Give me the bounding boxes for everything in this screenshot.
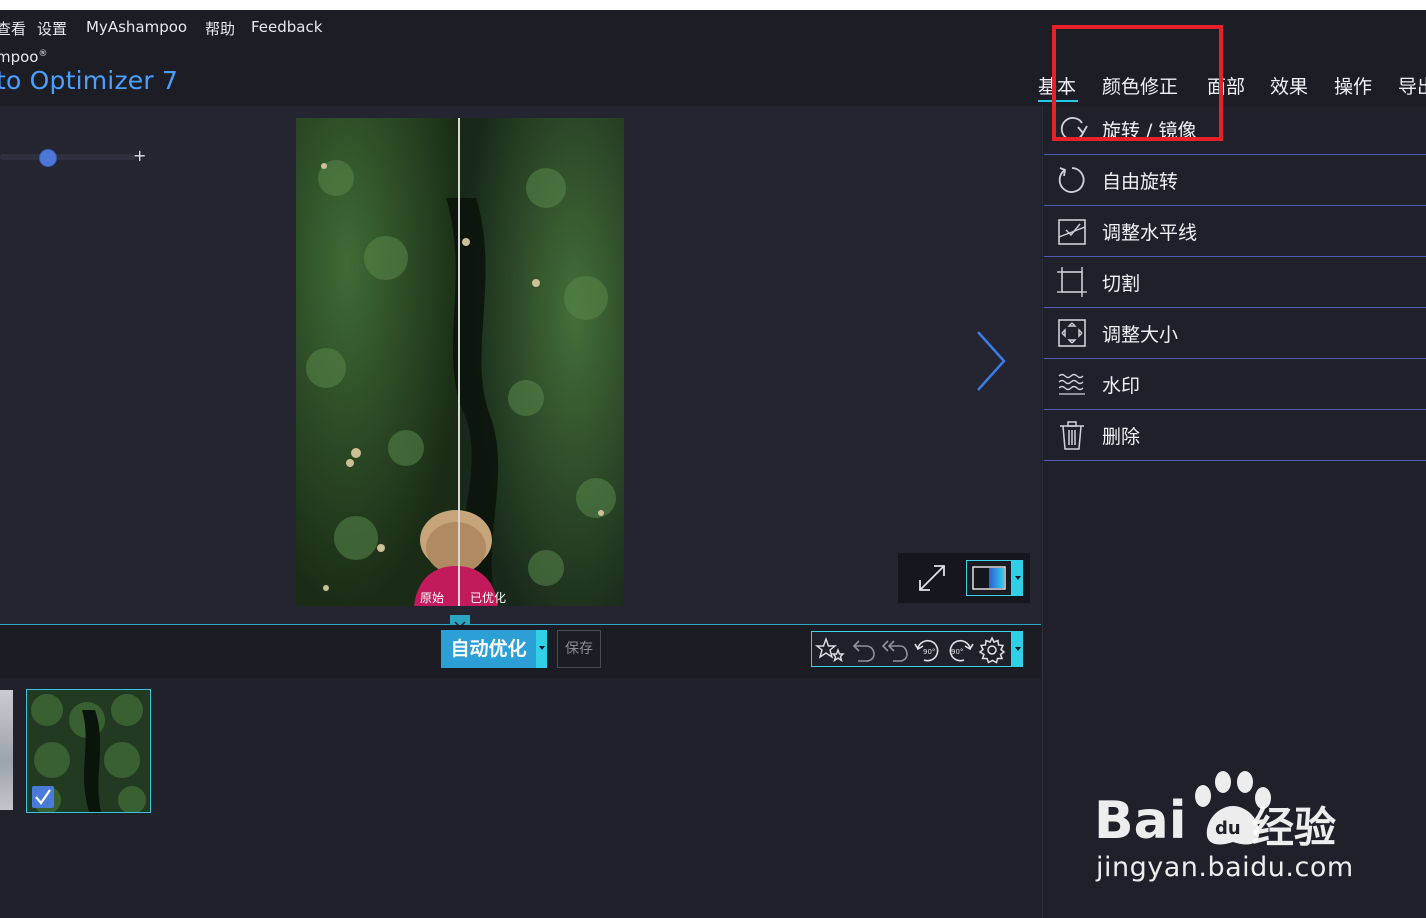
highlight-annotation-box xyxy=(1052,25,1223,141)
chevron-down-icon xyxy=(539,646,545,650)
menu-myashampoo[interactable]: MyAshampoo xyxy=(86,18,187,36)
tab-operations[interactable]: 操作 xyxy=(1334,72,1372,99)
tool-free-rotate[interactable]: 自由旋转 xyxy=(1044,155,1426,206)
svg-text:Bai: Bai xyxy=(1094,791,1187,851)
filmstrip xyxy=(0,678,1041,918)
rotate-left-90-icon[interactable]: 90° xyxy=(912,636,944,664)
menu-feedback[interactable]: Feedback xyxy=(251,18,322,36)
undo-all-icon[interactable] xyxy=(878,636,910,664)
label-original: 原始 xyxy=(420,591,445,605)
free-rotate-icon xyxy=(1058,167,1085,193)
tool-label: 切割 xyxy=(1102,273,1141,295)
magic-stars-icon[interactable] xyxy=(814,636,846,664)
crop-icon xyxy=(1057,267,1087,297)
menu-view[interactable]: 查看 xyxy=(0,18,26,39)
thumbnail-previous[interactable] xyxy=(0,690,13,810)
settings-gear-icon[interactable] xyxy=(976,636,1008,664)
tool-delete[interactable]: 删除 xyxy=(1044,410,1426,461)
hedge-photo xyxy=(296,118,624,606)
tab-effects[interactable]: 效果 xyxy=(1270,72,1308,99)
product-title: to Optimizer 7 xyxy=(0,66,179,95)
tool-label: 调整大小 xyxy=(1102,324,1179,346)
photo-preview[interactable] xyxy=(296,118,624,606)
watermark-brand-cn: 经验 xyxy=(1252,803,1337,852)
rotate-right-90-icon[interactable]: 90° xyxy=(944,636,976,664)
label-optimized: 已优化 xyxy=(470,591,507,605)
tool-crop[interactable]: 切割 xyxy=(1044,257,1426,308)
zoom-slider-handle[interactable] xyxy=(40,150,56,166)
watermark-url: jingyan.baidu.com xyxy=(1096,852,1354,883)
resize-icon xyxy=(1058,319,1086,347)
svg-text:90°: 90° xyxy=(951,648,963,656)
undo-icon[interactable] xyxy=(846,636,878,664)
compare-mode-dropdown[interactable] xyxy=(1012,560,1023,596)
tools-dropdown[interactable] xyxy=(1012,631,1023,667)
tool-label: 自由旋转 xyxy=(1102,171,1179,193)
collapse-panel-handle[interactable] xyxy=(450,615,470,629)
zoom-in-icon[interactable]: + xyxy=(133,146,146,165)
brand-name: mpoo® xyxy=(0,48,48,66)
chevron-down-icon xyxy=(1015,576,1021,580)
tool-label: 删除 xyxy=(1102,426,1141,448)
auto-optimize-dropdown[interactable] xyxy=(536,630,547,668)
tool-label: 水印 xyxy=(1102,375,1141,397)
chevron-down-icon xyxy=(1015,647,1021,651)
save-button[interactable]: 保存 xyxy=(557,630,601,668)
tool-horizon[interactable]: 调整水平线 xyxy=(1044,206,1426,257)
selected-checkbox[interactable] xyxy=(32,786,54,808)
svg-text:du: du xyxy=(1215,818,1241,839)
compare-mode-button[interactable] xyxy=(966,560,1012,596)
menu-help[interactable]: 帮助 xyxy=(205,18,235,39)
watermark-icon xyxy=(1058,373,1085,395)
trash-icon xyxy=(1060,421,1084,450)
tool-resize[interactable]: 调整大小 xyxy=(1044,308,1426,359)
tool-label: 调整水平线 xyxy=(1102,222,1198,244)
tool-watermark[interactable]: 水印 xyxy=(1044,359,1426,410)
svg-text:90°: 90° xyxy=(923,648,935,656)
next-image-icon[interactable] xyxy=(970,326,1010,396)
checkmark-icon xyxy=(35,789,51,805)
tab-export[interactable]: 导出 xyxy=(1398,72,1426,99)
horizon-icon xyxy=(1058,219,1086,245)
window-top-strip xyxy=(0,0,1426,10)
auto-optimize-button[interactable]: 自动优化 xyxy=(441,630,536,668)
menu-settings[interactable]: 设置 xyxy=(37,18,67,39)
zoom-slider-track[interactable] xyxy=(0,154,135,160)
split-view-icon xyxy=(972,566,1006,590)
fullscreen-icon[interactable] xyxy=(912,560,952,596)
chevron-down-icon xyxy=(454,621,466,629)
compare-divider[interactable] xyxy=(458,118,460,606)
